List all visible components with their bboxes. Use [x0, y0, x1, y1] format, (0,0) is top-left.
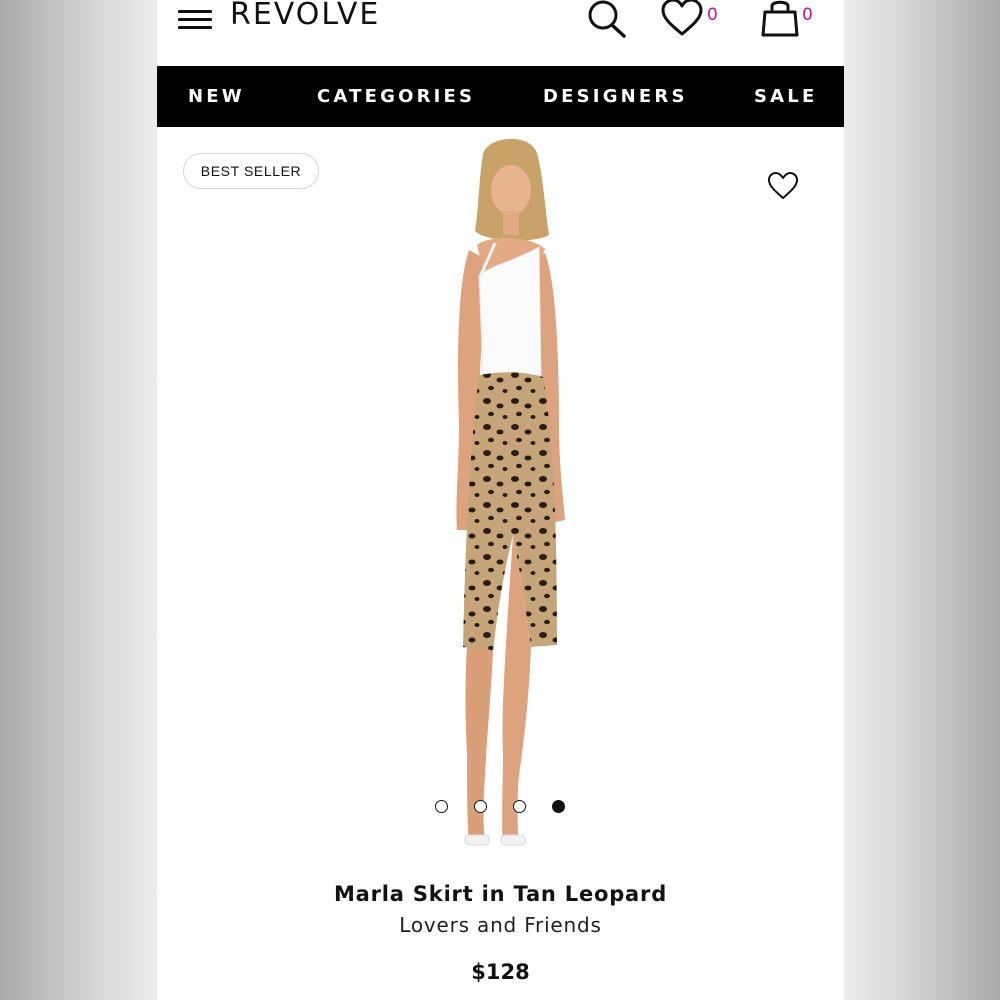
mobile-screen: REVOLVE 0 0 NEW CATEGORIES DESIGNERS SAL… [157, 0, 844, 1000]
menu-icon[interactable] [178, 6, 212, 30]
nav-item-designers[interactable]: DESIGNERS [543, 86, 688, 107]
brand-logo[interactable]: REVOLVE [230, 0, 380, 32]
search-icon[interactable] [585, 0, 629, 40]
product-title[interactable]: Marla Skirt in Tan Leopard [157, 882, 844, 906]
product-price: $128 [471, 960, 530, 984]
main-nav: NEW CATEGORIES DESIGNERS SALE [157, 66, 844, 127]
wishlist-count: 0 [707, 5, 718, 25]
header: REVOLVE 0 0 [157, 0, 844, 66]
nav-item-categories[interactable]: CATEGORIES [317, 86, 475, 107]
product-brand[interactable]: Lovers and Friends [157, 913, 844, 937]
favorite-heart-icon[interactable] [767, 172, 799, 200]
product-image[interactable] [397, 135, 617, 865]
carousel-dot-3[interactable] [513, 800, 526, 813]
carousel-dot-4[interactable] [552, 800, 565, 813]
heart-icon[interactable] [660, 0, 704, 38]
bag-count: 0 [802, 5, 813, 25]
nav-item-sale[interactable]: SALE [754, 86, 817, 107]
best-seller-badge: BEST SELLER [183, 153, 319, 189]
nav-item-new[interactable]: NEW [188, 86, 245, 107]
carousel-dot-1[interactable] [435, 800, 448, 813]
bag-icon[interactable] [759, 0, 801, 38]
carousel-dot-2[interactable] [474, 800, 487, 813]
